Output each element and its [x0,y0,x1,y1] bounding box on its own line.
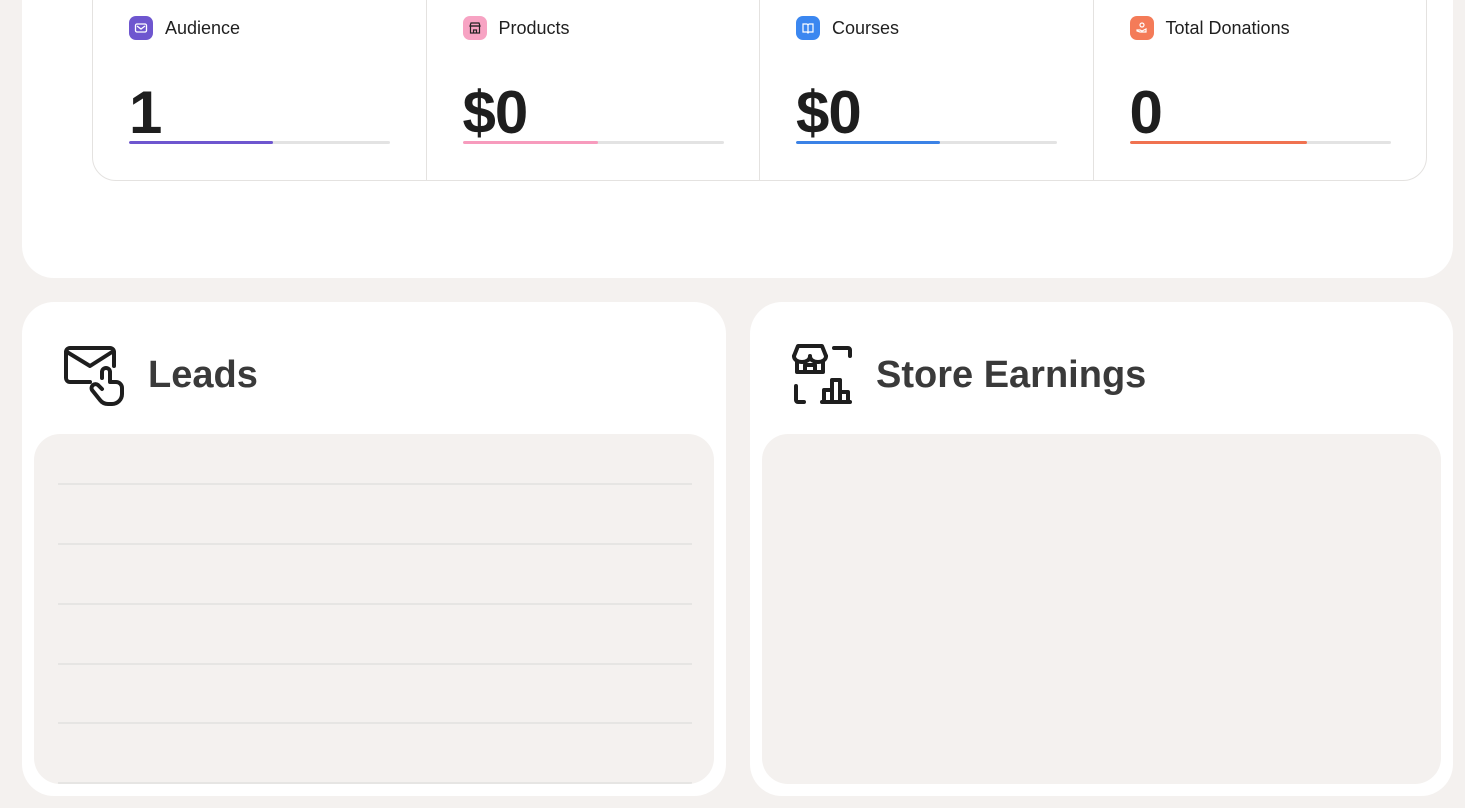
stat-value: $0 [462,79,529,146]
store-chart-area [762,434,1441,784]
mail-icon [129,16,153,40]
stat-audience[interactable]: Audience 1 [93,0,427,180]
stat-label: Audience [165,17,241,38]
stat-label: Products [498,17,570,38]
stat-label: Total Donations [1165,17,1290,38]
stat-courses[interactable]: Courses $0 [760,0,1094,180]
grid-line [58,543,692,545]
grid-line [58,603,692,605]
progress-fill [796,141,940,144]
store-chart-icon [792,344,852,404]
progress-bar [462,141,724,144]
stat-products[interactable]: Products $0 [427,0,760,180]
store-header: Store Earnings [790,342,1146,408]
donation-icon [1129,16,1154,40]
panel-title: Store Earnings [876,353,1147,396]
grid-line [58,722,692,724]
book-icon [796,16,820,40]
stat-label: Courses [832,17,900,38]
progress-bar [1129,141,1391,144]
progress-bar [796,141,1057,144]
leads-header: Leads [62,342,258,408]
grid-line [58,483,692,485]
store-icon [462,16,487,40]
stat-total-donations[interactable]: Total Donations 0 [1094,0,1427,180]
grid-line [58,663,692,665]
stat-value: $0 [796,79,862,146]
leads-chart-area [34,434,714,784]
stat-value: 1 [129,79,162,146]
stats-row: Audience 1 Products $0 Courses $0 Total … [92,0,1427,181]
progress-bar [129,141,390,144]
stat-value: 0 [1129,79,1163,146]
progress-fill [462,141,599,144]
mail-click-icon [64,346,124,406]
store-earnings-panel: Store Earnings [750,302,1453,796]
panel-title: Leads [148,353,258,396]
leads-panel: Leads [22,302,726,796]
progress-fill [129,141,273,144]
grid-line [58,782,692,784]
stats-card: Audience 1 Products $0 Courses $0 Total … [22,0,1453,278]
progress-fill [1129,141,1307,144]
